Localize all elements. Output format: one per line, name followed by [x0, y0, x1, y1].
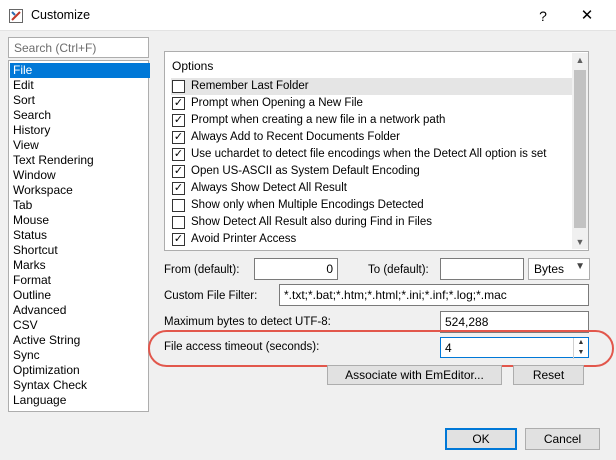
option-label: Avoid Printer Access	[191, 233, 297, 245]
to-field[interactable]	[440, 258, 524, 280]
category-list: File Edit Sort Search History View Text Render…	[8, 60, 150, 412]
option-checkbox[interactable]: ✓	[172, 165, 185, 178]
option-row[interactable]: ✓ Prompt when Opening a New File	[171, 95, 573, 112]
customize-app-icon	[9, 9, 23, 23]
category-item[interactable]: View	[10, 138, 150, 153]
category-item[interactable]: Active String	[10, 333, 150, 348]
ok-button[interactable]: OK	[445, 428, 517, 450]
option-label: Use uchardet to detect file encodings wh…	[191, 148, 547, 160]
help-icon[interactable]: ?	[528, 4, 558, 28]
category-item[interactable]: Format	[10, 273, 150, 288]
filter-label: Custom File Filter:	[164, 290, 258, 302]
category-item[interactable]: Language	[10, 393, 150, 408]
chevron-down-icon: ▼	[575, 261, 585, 272]
file-filter-field[interactable]: *.txt;*.bat;*.htm;*.html;*.ini;*.inf;*.l…	[279, 284, 589, 306]
option-label: Always Add to Recent Documents Folder	[191, 131, 401, 143]
option-checkbox[interactable]	[172, 80, 185, 93]
category-item[interactable]: Edit	[10, 78, 150, 93]
option-label: Remember Last Folder	[191, 80, 309, 92]
category-item[interactable]: Marks	[10, 258, 150, 273]
option-label: Show only when Multiple Encodings Detect…	[191, 199, 424, 211]
option-row[interactable]: Remember Last Folder	[171, 78, 573, 95]
option-label: Prompt when Opening a New File	[191, 97, 363, 109]
category-item[interactable]: File	[10, 63, 150, 78]
option-checkbox[interactable]: ✓	[172, 97, 185, 110]
scroll-up-icon[interactable]: ▲	[572, 53, 588, 67]
close-icon[interactable]: ✕	[567, 4, 607, 28]
category-item[interactable]: Window	[10, 168, 150, 183]
title-bar	[0, 0, 616, 31]
option-checkbox[interactable]: ✓	[172, 233, 185, 246]
category-item[interactable]: History	[10, 123, 150, 138]
option-row[interactable]: ✓ Prompt when creating a new file in a ne…	[171, 112, 573, 129]
options-list: Options Remember Last Folder ✓ Prompt when…	[164, 51, 589, 251]
category-item[interactable]: Mouse	[10, 213, 150, 228]
window-title: Customize	[31, 8, 91, 22]
scrollbar-thumb[interactable]	[574, 70, 586, 228]
category-item[interactable]: Tab	[10, 198, 150, 213]
scroll-down-icon[interactable]: ▼	[572, 235, 588, 249]
option-row[interactable]: Show Detect All Result also during Find …	[171, 214, 573, 231]
category-item[interactable]: Sort	[10, 93, 150, 108]
option-checkbox[interactable]: ✓	[172, 131, 185, 144]
to-label: To (default):	[368, 264, 429, 276]
option-checkbox[interactable]: ✓	[172, 182, 185, 195]
search-input[interactable]: Search (Ctrl+F)	[8, 37, 149, 58]
category-item[interactable]: CSV	[10, 318, 150, 333]
category-item[interactable]: Outline	[10, 288, 150, 303]
category-item[interactable]: Text Rendering	[10, 153, 150, 168]
option-label: Open US-ASCII as System Default Encoding	[191, 165, 420, 177]
option-row[interactable]: ✓ Open US-ASCII as System Default Encodin…	[171, 163, 573, 180]
category-item[interactable]: Status	[10, 228, 150, 243]
option-checkbox[interactable]: ✓	[172, 148, 185, 161]
category-item[interactable]: Search	[10, 108, 150, 123]
category-item[interactable]: Shortcut	[10, 243, 150, 258]
from-field[interactable]: 0	[254, 258, 338, 280]
option-row[interactable]: ✓ Use uchardet to detect file encodings w…	[171, 146, 573, 163]
category-item[interactable]: Sync	[10, 348, 150, 363]
reset-button[interactable]: Reset	[513, 365, 584, 385]
category-item[interactable]: Advanced	[10, 303, 150, 318]
option-checkbox[interactable]: ✓	[172, 114, 185, 127]
unit-select-value: Bytes	[534, 262, 565, 276]
option-row[interactable]: ✓ Avoid Printer Access	[171, 231, 573, 248]
maxbytes-label: Maximum bytes to detect UTF-8:	[164, 316, 331, 328]
unit-select[interactable]: Bytes ▼	[528, 258, 590, 280]
option-row[interactable]: ✓ Always Show Detect All Result	[171, 180, 573, 197]
option-label: Show Detect All Result also during Find …	[191, 216, 432, 228]
options-scrollbar[interactable]: ▲ ▼	[572, 53, 588, 249]
option-label: Prompt when creating a new file in a net…	[191, 114, 446, 126]
from-label: From (default):	[164, 264, 240, 276]
category-item[interactable]: Optimization	[10, 363, 150, 378]
category-item[interactable]: Workspace	[10, 183, 150, 198]
option-checkbox[interactable]	[172, 216, 185, 229]
category-item[interactable]: Syntax Check	[10, 378, 150, 393]
highlight-annotation	[148, 330, 614, 367]
option-row[interactable]: ✓ Always Add to Recent Documents Folder	[171, 129, 573, 146]
option-label: Always Show Detect All Result	[191, 182, 347, 194]
option-checkbox[interactable]	[172, 199, 185, 212]
option-row[interactable]: Show only when Multiple Encodings Detect…	[171, 197, 573, 214]
associate-button[interactable]: Associate with EmEditor...	[327, 365, 502, 385]
cancel-button[interactable]: Cancel	[525, 428, 600, 450]
options-title: Options	[172, 59, 214, 73]
